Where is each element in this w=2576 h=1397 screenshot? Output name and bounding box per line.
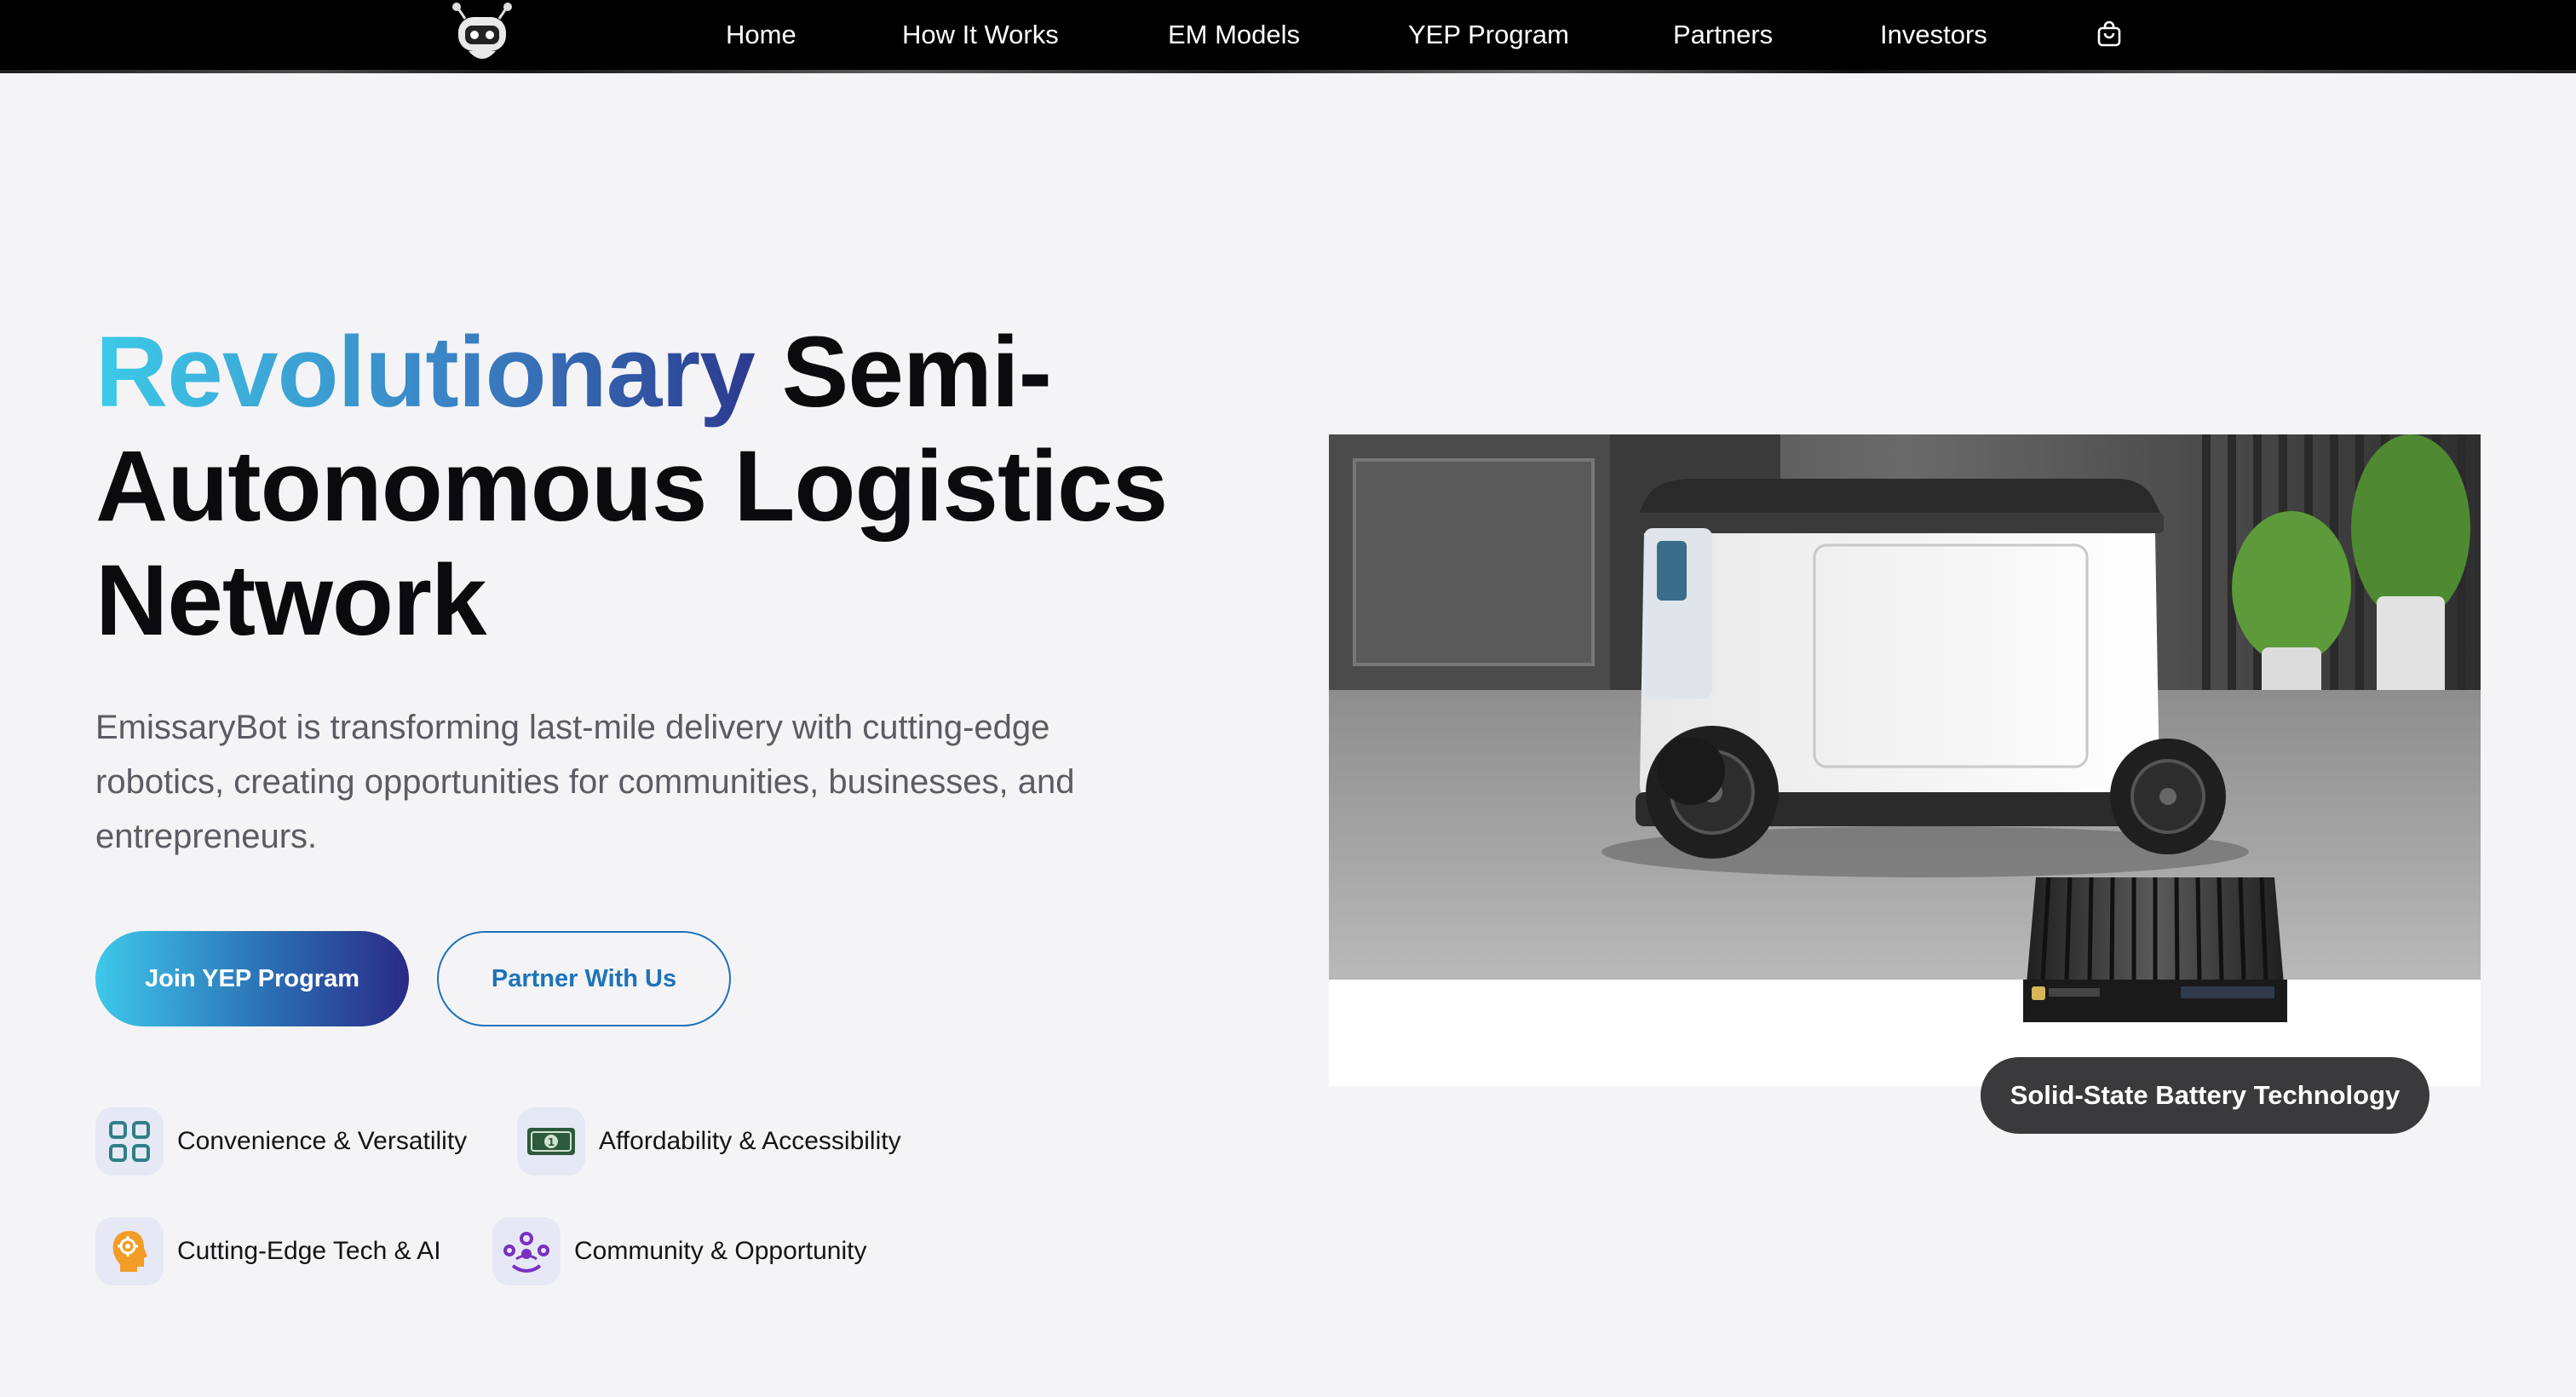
feature-label: Convenience & Versatility xyxy=(177,1127,468,1155)
nav-links: Home How It Works EM Models YEP Program … xyxy=(0,0,2576,70)
join-yep-program-button[interactable]: Join YEP Program xyxy=(95,931,409,1026)
feature-label: Community & Opportunity xyxy=(574,1237,867,1265)
community-icon xyxy=(492,1217,561,1285)
nav-link-em-models[interactable]: EM Models xyxy=(1168,19,1300,51)
nav-link-yep-program[interactable]: YEP Program xyxy=(1408,19,1569,51)
feature-convenience: Convenience & Versatility xyxy=(95,1107,467,1176)
hero-description: EmissaryBot is transforming last-mile de… xyxy=(95,709,1075,855)
nav-link-home[interactable]: Home xyxy=(726,19,796,51)
partner-with-us-button[interactable]: Partner With Us xyxy=(437,931,731,1026)
solid-state-battery-badge: Solid-State Battery Technology xyxy=(1981,1057,2429,1134)
svg-text:1: 1 xyxy=(548,1136,555,1148)
money-icon: 1 xyxy=(517,1107,585,1176)
nav-decorative-strip xyxy=(0,70,2576,73)
nav-link-how-it-works[interactable]: How It Works xyxy=(902,19,1059,51)
feature-affordability: 1 Affordability & Accessibility xyxy=(517,1107,901,1176)
nav-link-investors[interactable]: Investors xyxy=(1880,19,1987,51)
feature-tech-ai: Cutting-Edge Tech & AI xyxy=(95,1217,441,1285)
feature-label: Affordability & Accessibility xyxy=(599,1127,901,1155)
nav-link-partners[interactable]: Partners xyxy=(1673,19,1773,51)
shopping-bag-icon[interactable] xyxy=(2096,20,2122,48)
ai-head-icon xyxy=(95,1217,164,1285)
top-navbar: Home How It Works EM Models YEP Program … xyxy=(0,0,2576,73)
grid-icon xyxy=(95,1107,164,1176)
delivery-robot-image xyxy=(1329,434,2481,1086)
hero-title-highlight: Revolutionary xyxy=(95,316,756,428)
feature-community: Community & Opportunity xyxy=(492,1217,866,1285)
hero-title: Revolutionary Semi-Autonomous Logistics … xyxy=(95,315,1203,658)
feature-label: Cutting-Edge Tech & AI xyxy=(177,1237,441,1265)
